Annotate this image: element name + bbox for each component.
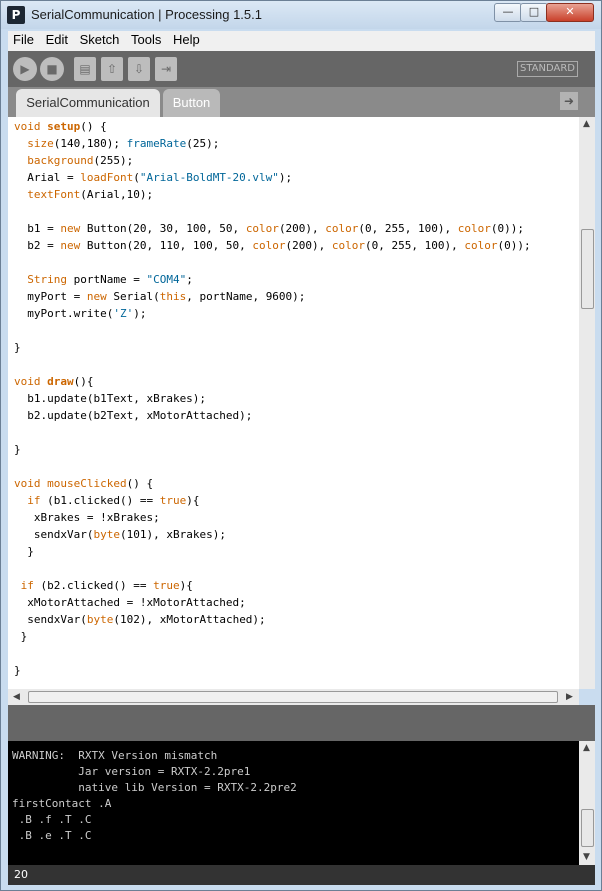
- menu-help[interactable]: Help: [170, 31, 203, 48]
- save-button[interactable]: ⇩: [128, 57, 150, 81]
- scroll-up-icon[interactable]: ▲: [583, 119, 590, 129]
- status-bar: 20: [8, 865, 595, 885]
- title-bar[interactable]: P SerialCommunication | Processing 1.5.1…: [1, 1, 601, 29]
- code-text[interactable]: void setup() { size(140,180); frameRate(…: [14, 118, 531, 679]
- console-text: WARNING: RXTX Version mismatch Jar versi…: [12, 749, 297, 842]
- export-button[interactable]: ⇥: [155, 57, 177, 81]
- editor-vertical-scrollbar[interactable]: ▲: [579, 117, 595, 689]
- scroll-left-icon[interactable]: ◀: [13, 692, 20, 702]
- tab-menu-arrow-icon[interactable]: ➜: [560, 92, 578, 110]
- menu-edit[interactable]: Edit: [43, 31, 71, 48]
- run-button[interactable]: ▶: [13, 57, 37, 81]
- toolbar: ▶ ■ ▤ ⇧ ⇩ ⇥ STANDARD: [8, 51, 595, 87]
- minimize-button[interactable]: —: [494, 3, 522, 22]
- editor-scroll-thumb[interactable]: [581, 229, 594, 309]
- menu-bar: File Edit Sketch Tools Help: [8, 31, 595, 51]
- message-area: [8, 705, 595, 741]
- tab-serialcommunication[interactable]: SerialCommunication: [16, 89, 160, 117]
- tab-button[interactable]: Button: [163, 89, 220, 117]
- console-scrollbar[interactable]: ▲ ▼: [579, 741, 595, 865]
- console-output[interactable]: WARNING: RXTX Version mismatch Jar versi…: [8, 741, 579, 865]
- processing-window: P SerialCommunication | Processing 1.5.1…: [0, 0, 602, 891]
- new-sketch-button[interactable]: ▤: [74, 57, 96, 81]
- console-scroll-thumb[interactable]: [581, 809, 594, 847]
- console-scroll-up-icon[interactable]: ▲: [583, 743, 590, 753]
- scroll-right-icon[interactable]: ▶: [566, 692, 573, 702]
- line-number: 20: [14, 868, 28, 881]
- menu-sketch[interactable]: Sketch: [77, 31, 123, 48]
- editor-horizontal-scrollbar[interactable]: ◀ ▶: [8, 689, 579, 705]
- open-button[interactable]: ⇧: [101, 57, 123, 81]
- editor-hscroll-thumb[interactable]: [28, 691, 558, 703]
- code-editor[interactable]: void setup() { size(140,180); frameRate(…: [8, 117, 579, 689]
- stop-button[interactable]: ■: [40, 57, 64, 81]
- close-button[interactable]: ✕: [546, 3, 594, 22]
- maximize-button[interactable]: □: [520, 3, 548, 22]
- processing-app-icon: P: [7, 6, 25, 24]
- menu-file[interactable]: File: [10, 31, 37, 48]
- window-title: SerialCommunication | Processing 1.5.1: [31, 7, 262, 22]
- menu-tools[interactable]: Tools: [128, 31, 164, 48]
- mode-selector[interactable]: STANDARD: [517, 61, 578, 77]
- tab-bar: SerialCommunication Button ➜: [8, 87, 595, 117]
- console-scroll-down-icon[interactable]: ▼: [583, 852, 590, 862]
